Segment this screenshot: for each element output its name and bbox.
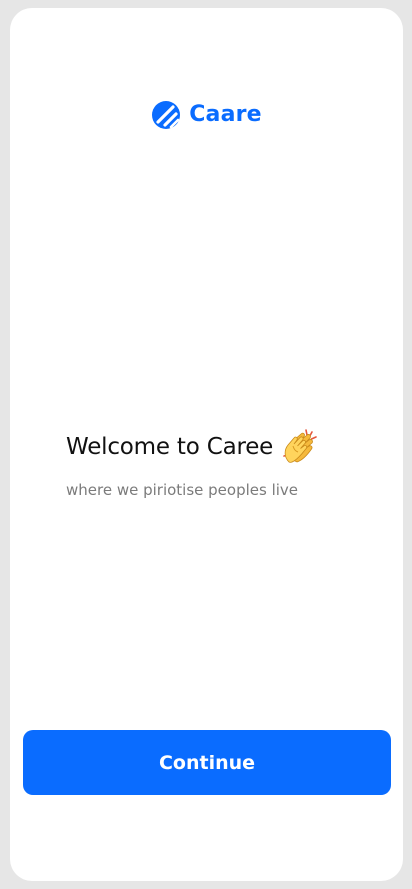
onboarding-screen: Caare Welcome to Caree where we piriotis…: [10, 8, 403, 881]
continue-button[interactable]: Continue: [23, 730, 391, 795]
app-name: Caare: [189, 102, 262, 127]
welcome-subtitle: where we piriotise peoples live: [66, 481, 299, 499]
clapping-hands-icon: [283, 429, 317, 463]
welcome-title: Welcome to Caree: [66, 434, 274, 460]
app-logo: Caare: [10, 100, 403, 130]
caare-logo-icon: [152, 101, 181, 129]
welcome-heading: Welcome to Caree: [66, 426, 321, 468]
